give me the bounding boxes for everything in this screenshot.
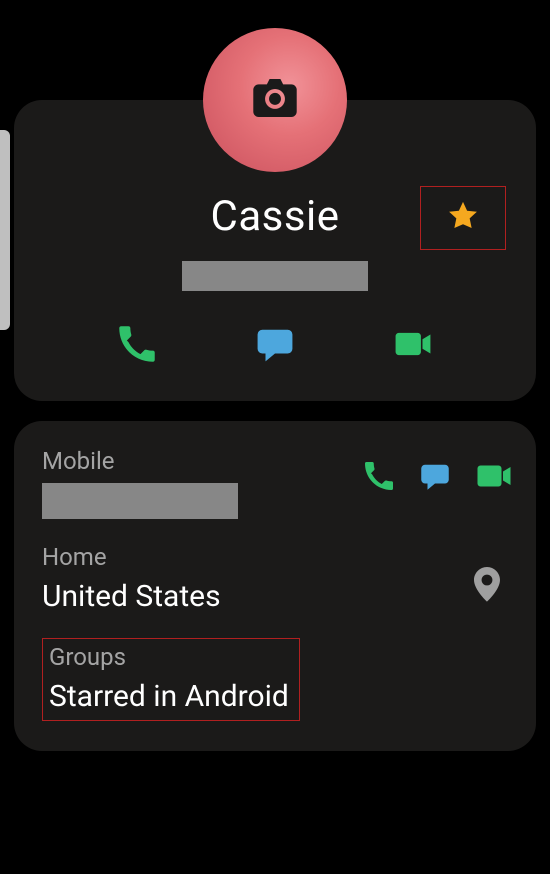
call-button[interactable] bbox=[118, 327, 156, 365]
mobile-call-button[interactable] bbox=[364, 463, 394, 493]
video-icon bbox=[394, 325, 432, 367]
phone-icon bbox=[118, 325, 156, 367]
contact-details-card: Mobile Home United States bbox=[14, 421, 536, 751]
chat-icon bbox=[420, 461, 450, 495]
scroll-handle[interactable] bbox=[0, 130, 10, 330]
name-row: Cassie bbox=[34, 192, 516, 241]
groups-value: Starred in Android bbox=[49, 679, 289, 714]
star-icon bbox=[446, 199, 480, 237]
redacted-mobile-number bbox=[42, 483, 238, 519]
phone-icon bbox=[364, 461, 394, 495]
home-field[interactable]: Home United States bbox=[42, 543, 508, 614]
location-pin-icon bbox=[474, 567, 500, 601]
mobile-video-button[interactable] bbox=[476, 463, 512, 493]
groups-highlight-box: Groups Starred in Android bbox=[42, 638, 300, 721]
video-icon bbox=[476, 458, 512, 498]
video-button[interactable] bbox=[394, 327, 432, 365]
message-button[interactable] bbox=[256, 327, 294, 365]
chat-icon bbox=[256, 325, 294, 367]
home-value: United States bbox=[42, 579, 508, 614]
mobile-field[interactable]: Mobile bbox=[42, 447, 508, 519]
groups-field[interactable]: Groups Starred in Android bbox=[42, 638, 508, 721]
camera-icon bbox=[253, 79, 297, 121]
favorite-button[interactable] bbox=[420, 186, 506, 250]
mobile-actions bbox=[364, 463, 512, 493]
home-label: Home bbox=[42, 543, 508, 571]
contact-avatar[interactable] bbox=[203, 28, 347, 172]
groups-label: Groups bbox=[49, 643, 289, 671]
primary-actions bbox=[68, 327, 483, 365]
mobile-message-button[interactable] bbox=[420, 463, 450, 493]
contact-header-card: Cassie bbox=[14, 100, 536, 401]
contact-name: Cassie bbox=[210, 192, 339, 241]
redacted-subtitle bbox=[182, 261, 368, 291]
